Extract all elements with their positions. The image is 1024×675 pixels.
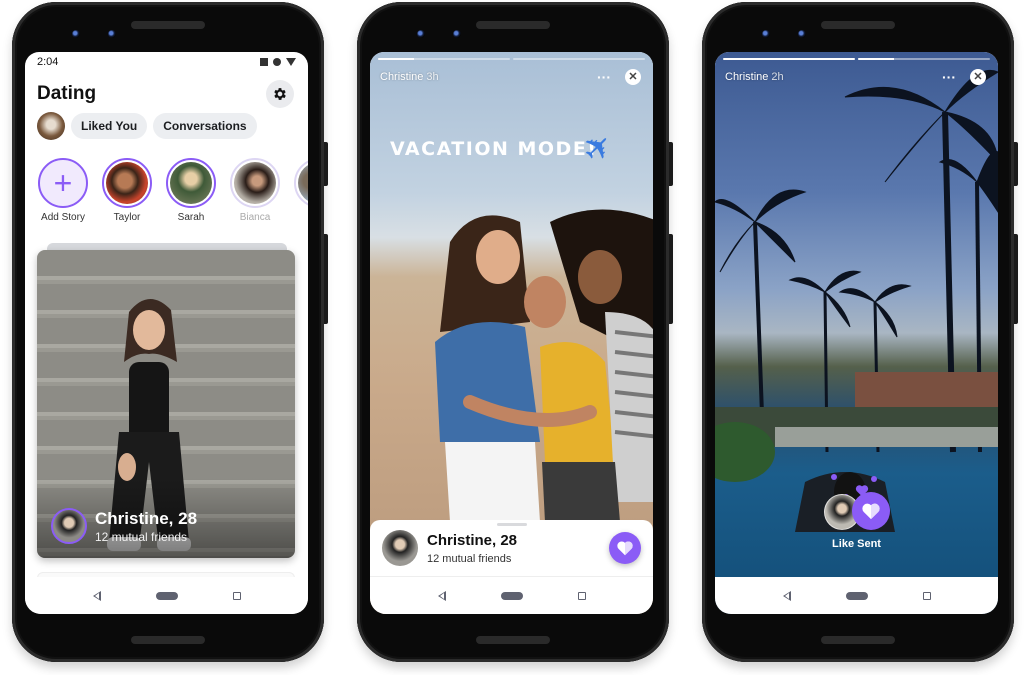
story-progress	[723, 58, 990, 60]
progress-fill	[858, 58, 894, 60]
status-dot-icon	[273, 58, 281, 66]
recents-icon[interactable]	[577, 591, 586, 600]
android-nav-bar	[370, 577, 653, 614]
story-text-overlay: VACATION MODE!	[390, 138, 598, 160]
status-time: 2:04	[37, 56, 59, 68]
android-nav-bar	[715, 577, 998, 614]
volume-button	[669, 234, 673, 324]
status-bar: 2:04	[25, 52, 308, 72]
story-avatar	[234, 162, 276, 204]
story-avatar	[170, 162, 212, 204]
speaker	[821, 636, 895, 644]
sparkle-dot	[871, 476, 877, 482]
recents-icon[interactable]	[922, 591, 931, 600]
progress-fill	[723, 58, 855, 60]
story-avatar	[106, 162, 148, 204]
story-sarah[interactable]: Sarah	[166, 158, 216, 223]
wifi-icon	[286, 58, 296, 66]
profile-avatar[interactable]	[37, 112, 65, 140]
more-dots-icon[interactable]: ···	[942, 70, 956, 84]
power-button	[1014, 142, 1018, 186]
sheet-avatar	[382, 530, 418, 566]
story-progress	[378, 58, 645, 60]
mutual-friends: 12 mutual friends	[427, 553, 512, 565]
power-button	[669, 142, 673, 186]
conversations-chip[interactable]: Conversations	[153, 113, 257, 139]
story-partial[interactable]: Sp	[294, 158, 308, 223]
like-badge	[851, 492, 890, 530]
speaker	[821, 21, 895, 29]
profile-sheet[interactable]: Christine, 28 12 mutual friends	[370, 520, 653, 577]
card-avatar	[51, 508, 87, 544]
sensor	[417, 30, 425, 38]
story-author[interactable]: Christine 3h	[380, 71, 439, 83]
profile-name: Christine, 28	[427, 532, 518, 549]
speaker	[131, 636, 205, 644]
android-nav-bar	[25, 577, 308, 614]
sheet-handle[interactable]	[496, 523, 527, 526]
back-icon[interactable]	[437, 590, 446, 601]
volume-button	[324, 234, 328, 324]
like-sent-label: Like Sent	[832, 538, 881, 550]
story-label: Add Story	[41, 212, 85, 223]
screen: 2:04 Dating Liked You Conversations + Ad…	[25, 52, 308, 614]
screen: Christine 2h ··· ✕ Like Sent	[715, 52, 998, 614]
close-icon[interactable]: ✕	[970, 69, 986, 85]
story-label: Taylor	[113, 212, 141, 223]
like-button[interactable]	[609, 532, 641, 564]
home-icon[interactable]	[845, 591, 868, 600]
profile-card[interactable]: Christine, 28 12 mutual friends	[37, 250, 295, 558]
front-camera	[798, 30, 806, 38]
story-taylor[interactable]: Taylor	[102, 158, 152, 223]
power-button	[324, 142, 328, 186]
volume-button	[1014, 234, 1018, 324]
heart-icon	[617, 541, 633, 556]
close-icon[interactable]: ✕	[625, 69, 641, 85]
like-sent-indicator: Like Sent	[715, 492, 998, 550]
heart-icon	[861, 503, 880, 520]
story-author[interactable]: Christine 2h	[725, 71, 784, 83]
story-label: Sarah	[177, 212, 205, 223]
page-title: Dating	[37, 83, 97, 104]
speaker	[476, 636, 550, 644]
story-label: Bianca	[239, 212, 271, 223]
plus-icon: +	[38, 158, 88, 208]
gear-icon	[274, 88, 286, 100]
phone-dating-home: 2:04 Dating Liked You Conversations + Ad…	[12, 2, 328, 662]
sensor	[72, 30, 80, 38]
stories-row: + Add Story Taylor Sarah Bianca Sp	[25, 140, 308, 223]
back-icon[interactable]	[92, 590, 101, 601]
home-icon[interactable]	[500, 591, 523, 600]
sensor	[762, 30, 770, 38]
settings-button[interactable]	[266, 80, 294, 108]
story-add[interactable]: + Add Story	[38, 158, 88, 223]
sparkle-dot	[831, 474, 837, 480]
phone-like-sent: Christine 2h ··· ✕ Like Sent	[702, 2, 1018, 662]
speaker	[476, 21, 550, 29]
progress-fill	[378, 58, 414, 60]
speaker	[131, 21, 205, 29]
more-dots-icon[interactable]: ···	[597, 70, 611, 84]
profile-name: Christine, 28	[95, 508, 198, 528]
home-icon[interactable]	[155, 591, 178, 600]
story-bianca[interactable]: Bianca	[230, 158, 280, 223]
phone-story-view: Christine 3h ··· ✕ VACATION MODE! ✈ Chris…	[357, 2, 673, 662]
story-avatar	[298, 162, 308, 204]
front-camera	[108, 30, 116, 38]
back-icon[interactable]	[782, 590, 791, 601]
mutual-friends: 12 mutual friends	[95, 529, 188, 544]
story-photo-people	[435, 209, 653, 522]
notification-icon	[260, 58, 268, 66]
recents-icon[interactable]	[232, 591, 241, 600]
liked-you-chip[interactable]: Liked You	[71, 113, 148, 139]
front-camera	[453, 30, 461, 38]
screen: Christine 3h ··· ✕ VACATION MODE! ✈ Chris…	[370, 52, 653, 614]
